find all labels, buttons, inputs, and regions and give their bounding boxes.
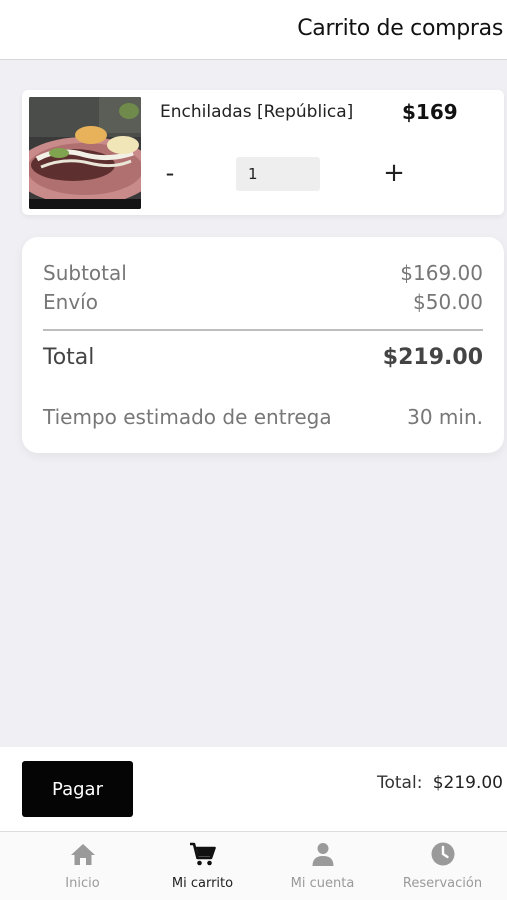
shipping-label: Envío [43,290,98,314]
item-price: $169 [402,100,458,124]
summary-divider [43,329,483,331]
subtotal-value: $169.00 [400,261,483,285]
tab-inicio[interactable]: Inicio [19,832,146,900]
delivery-time-label: Tiempo estimado de entrega [43,405,332,429]
app-header: Carrito de compras [0,0,507,60]
subtotal-label: Subtotal [43,261,127,285]
page-title: Carrito de compras [297,16,503,41]
tab-mi-carrito[interactable]: Mi carrito [139,832,266,900]
tab-label-reservacion: Reservación [402,876,483,891]
cart-item: Enchiladas [República] $169 - + [22,90,504,215]
checkout-total-value: $219.00 [432,773,503,793]
delivery-time-value: 30 min. [407,405,483,429]
tab-label-inicio: Inicio [65,876,100,891]
order-summary: Subtotal $169.00 Envío $50.00 Total $219… [22,237,504,453]
item-image [29,97,141,209]
total-label: Total [43,345,95,370]
total-value: $219.00 [382,345,483,370]
checkout-bar: Pagar Total: $219.00 [0,747,507,831]
cart-icon [189,842,216,866]
quantity-input[interactable] [236,157,320,191]
tab-label-mi-carrito: Mi carrito [171,876,234,891]
pay-button[interactable]: Pagar [22,761,133,817]
tab-mi-cuenta[interactable]: Mi cuenta [259,832,386,900]
enchiladas-photo-image [29,97,141,209]
bottom-tab-bar: Inicio Mi carrito Mi cuenta Reservación [0,831,507,900]
home-icon [70,844,95,865]
shipping-value: $50.00 [413,290,483,314]
tab-reservacion[interactable]: Reservación [379,832,506,900]
clock-icon [431,842,454,866]
user-icon [312,843,333,866]
decrease-quantity-button[interactable]: - [158,158,182,188]
item-name: Enchiladas [República] [160,102,354,122]
increase-quantity-button[interactable]: + [380,158,408,188]
tab-label-mi-cuenta: Mi cuenta [290,876,355,891]
checkout-total-label: Total: [377,773,423,793]
